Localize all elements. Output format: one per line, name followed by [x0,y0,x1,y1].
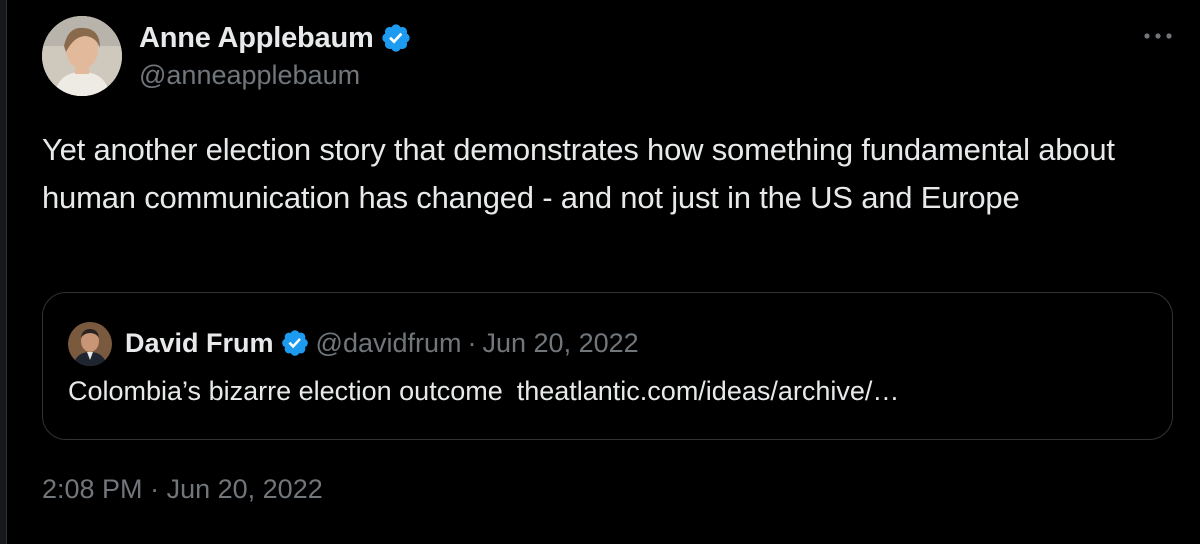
left-border [0,0,7,544]
quoted-author-avatar-image [68,322,112,366]
more-options-button[interactable] [1138,22,1178,50]
timestamp-date: Jun 20, 2022 [166,474,323,504]
quoted-tweet-date[interactable]: Jun 20, 2022 [483,328,639,359]
tweet-timestamp[interactable]: 2:08 PM · Jun 20, 2022 [42,474,323,505]
quoted-author-avatar [68,322,112,366]
tweet-text: Yet another election story that demonstr… [42,132,1115,215]
verified-badge-icon [381,24,410,52]
quoted-tweet-link[interactable]: theatlantic.com/ideas/archive/… [517,376,900,406]
quoted-verified-badge-icon [281,330,308,356]
quoted-tweet-meta: David Frum @davidfrum · Jun 20, 2022 [125,323,639,363]
quoted-tweet-body: Colombia’s bizarre election outcome [68,376,503,406]
quoted-author-handle[interactable]: @davidfrum [316,328,462,359]
author-handle[interactable]: @anneapplebaum [139,60,360,91]
quoted-meta-separator: · [467,327,477,358]
more-options-icon [1144,33,1172,39]
quoted-tweet-text: Colombia’s bizarre election outcome theat… [68,376,899,407]
author-name-row: Anne Applebaum [139,18,412,58]
author-avatar-image [42,16,122,96]
author-avatar[interactable] [42,16,122,96]
quoted-author-name[interactable]: David Frum [125,328,274,359]
timestamp-time: 2:08 PM [42,474,143,504]
timestamp-separator: · [150,474,160,504]
author-display-name[interactable]: Anne Applebaum [139,22,374,55]
quoted-tweet-card[interactable]: David Frum @davidfrum · Jun 20, 2022 Col… [42,292,1173,440]
